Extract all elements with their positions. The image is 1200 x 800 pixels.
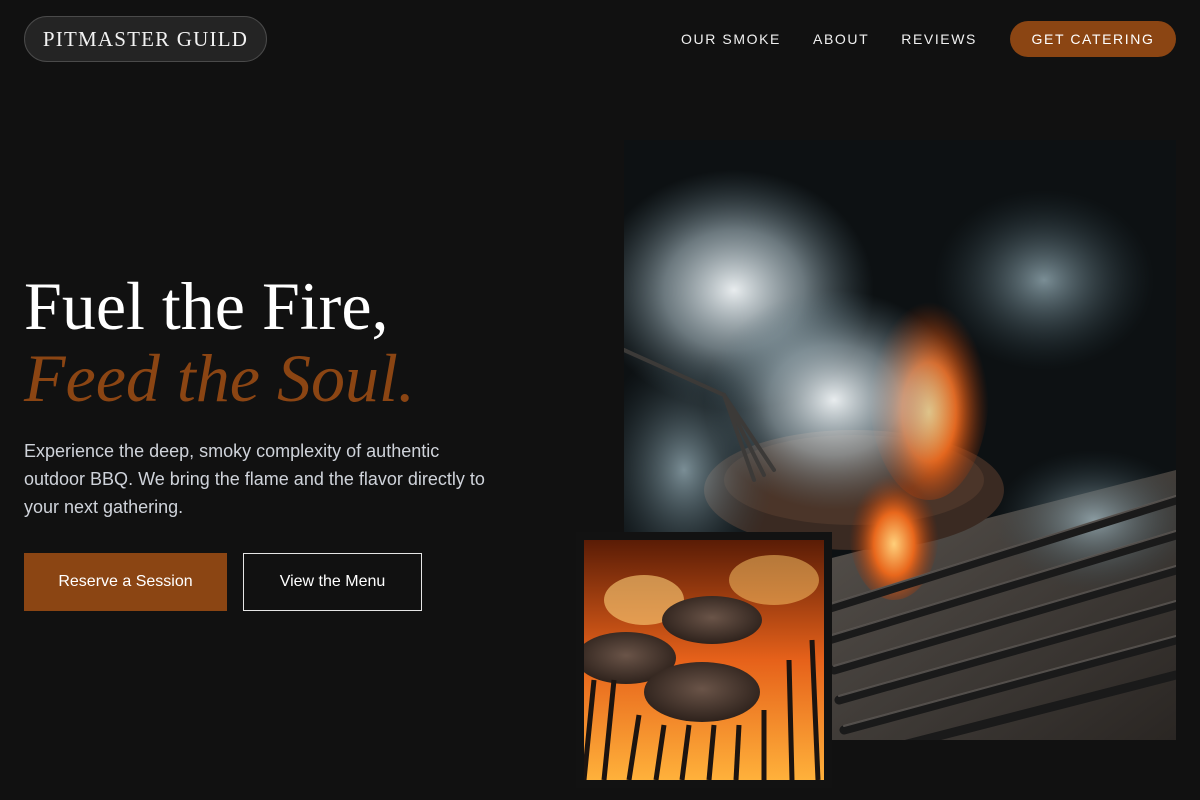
nav-link-our-smoke[interactable]: OUR SMOKE [681,31,781,47]
hero-title-line-1: Fuel the Fire, [24,268,389,344]
brand-logo[interactable]: PITMASTER GUILD [24,16,267,62]
get-catering-button[interactable]: GET CATERING [1010,21,1176,57]
view-menu-button[interactable]: View the Menu [243,553,422,611]
main-nav: OUR SMOKE ABOUT REVIEWS GET CATERING [649,0,1200,78]
nav-link-about[interactable]: ABOUT [813,31,869,47]
hero-description: Experience the deep, smoky complexity of… [24,441,485,517]
reserve-session-button[interactable]: Reserve a Session [24,553,227,611]
hero-title: Fuel the Fire, Feed the Soul. [24,270,415,414]
nav-link-reviews[interactable]: REVIEWS [901,31,977,47]
inset-image-burgers-on-grill [576,532,832,788]
hero-title-line-2: Feed the Soul. [24,340,415,416]
